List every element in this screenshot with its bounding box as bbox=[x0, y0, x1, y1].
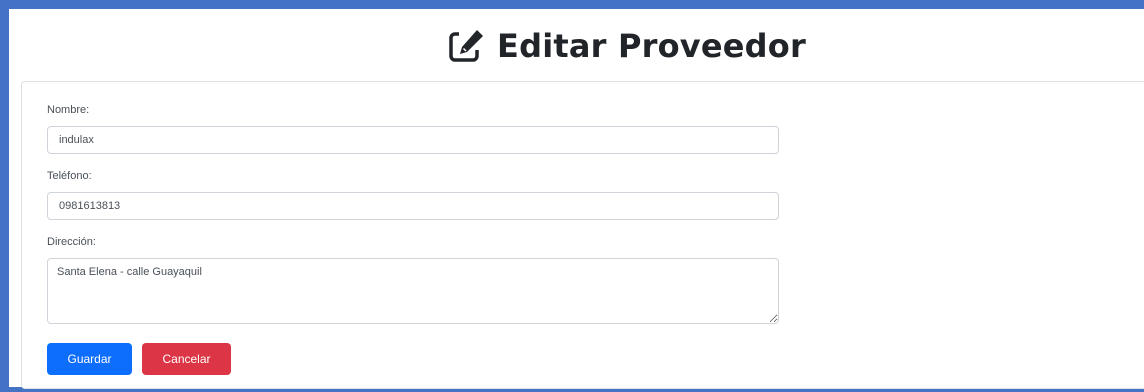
name-label: Nombre: bbox=[47, 104, 90, 116]
phone-input[interactable] bbox=[47, 192, 779, 220]
page-frame: Editar Proveedor Nombre: Teléfono: Direc… bbox=[0, 0, 1144, 392]
edit-form-card: Nombre: Teléfono: Dirección: Santa Elena… bbox=[21, 81, 1144, 389]
page-title: Editar Proveedor bbox=[497, 27, 806, 65]
pencil-square-icon bbox=[449, 28, 486, 62]
address-label: Dirección: bbox=[47, 236, 96, 248]
name-input[interactable] bbox=[47, 126, 779, 154]
save-button[interactable]: Guardar bbox=[47, 343, 132, 375]
page-header: Editar Proveedor bbox=[9, 21, 1144, 71]
address-textarea[interactable]: Santa Elena - calle Guayaquil bbox=[47, 258, 779, 324]
phone-label: Teléfono: bbox=[47, 170, 92, 182]
cancel-button[interactable]: Cancelar bbox=[142, 343, 231, 375]
